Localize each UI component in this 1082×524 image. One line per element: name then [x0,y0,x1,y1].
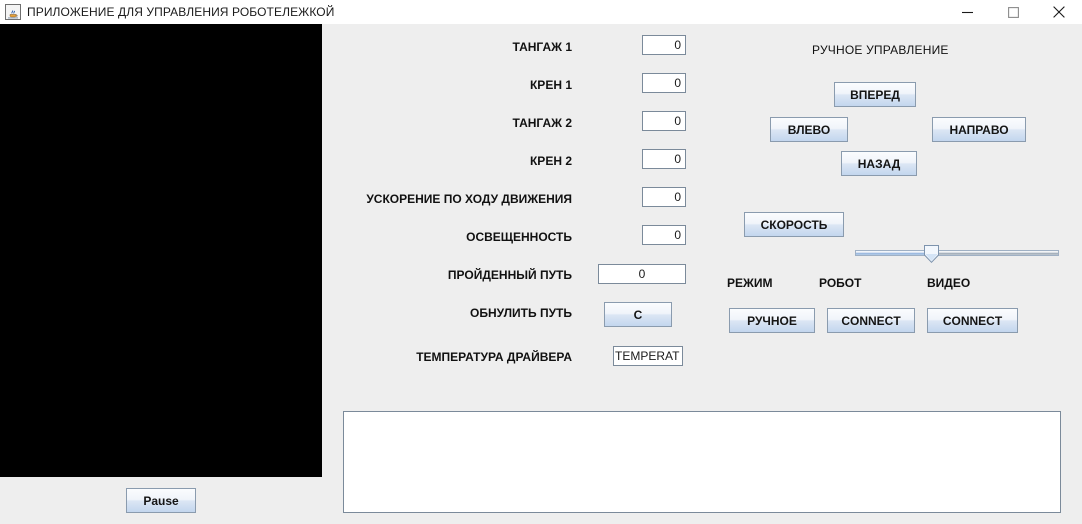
field-pitch-1[interactable]: 0 [642,35,686,55]
label-driver-temp: ТЕМПЕРАТУРА ДРАЙВЕРА [416,350,572,364]
slider-track-filled [855,250,931,256]
main-content: Pause ТАНГАЖ 1 КРЕН 1 ТАНГАЖ 2 КРЕН 2 УС… [0,24,1082,524]
pause-button[interactable]: Pause [126,488,196,513]
field-pitch-2[interactable]: 0 [642,111,686,131]
field-illumination[interactable]: 0 [642,225,686,245]
window-controls [944,0,1082,24]
mode-toggle-button[interactable]: РУЧНОЕ [729,308,815,333]
maximize-icon[interactable] [990,0,1036,24]
field-roll-2[interactable]: 0 [642,149,686,169]
minimize-icon[interactable] [944,0,990,24]
log-textarea[interactable] [343,411,1061,513]
video-feed-panel[interactable] [0,24,322,477]
move-right-button[interactable]: НАПРАВО [932,117,1026,142]
label-reset-distance: ОБНУЛИТЬ ПУТЬ [469,306,572,320]
reset-distance-button[interactable]: C [604,302,672,327]
window-title: ПРИЛОЖЕНИЕ ДЛЯ УПРАВЛЕНИЯ РОБОТЕЛЕЖКОЙ [27,5,335,19]
label-roll-1: КРЕН 1 [529,78,572,92]
label-roll-2: КРЕН 2 [529,154,572,168]
robot-connect-button[interactable]: CONNECT [827,308,915,333]
field-distance[interactable]: 0 [598,264,686,284]
label-illumination: ОСВЕЩЕННОСТЬ [466,230,572,244]
label-pitch-1: ТАНГАЖ 1 [512,40,572,54]
speed-slider[interactable] [855,242,1059,264]
slider-track-empty [931,250,1059,256]
label-robot: РОБОТ [819,276,862,290]
label-distance: ПРОЙДЕННЫЙ ПУТЬ [447,268,572,282]
video-controls: Pause [0,477,322,524]
label-acceleration: УСКОРЕНИЕ ПО ХОДУ ДВИЖЕНИЯ [366,192,572,206]
move-forward-button[interactable]: ВПЕРЕД [834,82,916,107]
java-coffee-cup-icon [5,4,21,20]
move-back-button[interactable]: НАЗАД [841,151,917,176]
field-roll-1[interactable]: 0 [642,73,686,93]
slider-thumb[interactable] [924,245,939,264]
label-mode: РЕЖИМ [727,276,773,290]
label-video: ВИДЕО [927,276,971,290]
speed-button[interactable]: СКОРОСТЬ [744,212,844,237]
label-pitch-2: ТАНГАЖ 2 [512,116,572,130]
field-driver-temperature[interactable]: TEMPERAT [613,346,683,366]
field-acceleration[interactable]: 0 [642,187,686,207]
window-titlebar: ПРИЛОЖЕНИЕ ДЛЯ УПРАВЛЕНИЯ РОБОТЕЛЕЖКОЙ [0,0,1082,24]
close-icon[interactable] [1036,0,1082,24]
move-left-button[interactable]: ВЛЕВО [770,117,848,142]
video-connect-button[interactable]: CONNECT [927,308,1018,333]
manual-control-title: РУЧНОЕ УПРАВЛЕНИЕ [812,43,949,57]
